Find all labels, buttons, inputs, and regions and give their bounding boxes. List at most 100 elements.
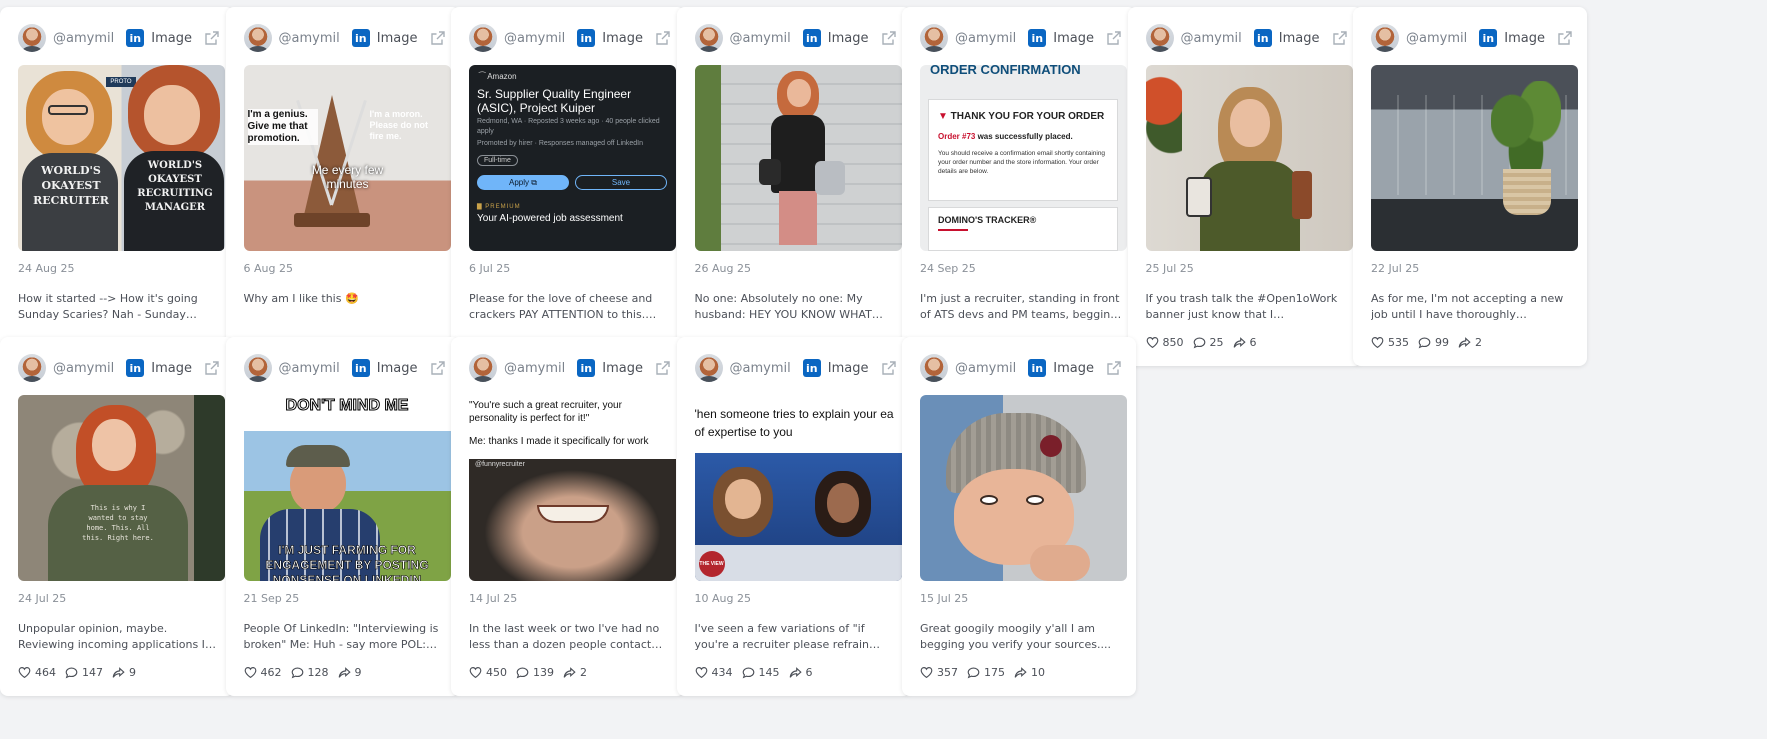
avatar[interactable] [243, 354, 272, 382]
post-date: 24 Sep 25 [920, 262, 976, 275]
linkedin-icon: in [577, 359, 596, 377]
avatar[interactable] [920, 354, 948, 382]
external-link-icon[interactable] [204, 360, 220, 376]
heart-icon [469, 667, 482, 679]
meme-bottom-text: I'M JUST FARMING FOR ENGAGEMENT BY POSTI… [265, 543, 429, 581]
comments-count: 128 [307, 666, 329, 679]
external-link-icon[interactable] [1557, 30, 1573, 46]
external-link-icon[interactable] [881, 360, 897, 376]
author-handle[interactable]: @amymil [53, 31, 126, 46]
likes-count: 450 [486, 666, 507, 679]
external-link-icon[interactable] [1106, 360, 1122, 376]
likes-count: 462 [260, 666, 282, 679]
author-handle[interactable]: @amymil [279, 31, 352, 46]
external-link-icon[interactable] [881, 30, 897, 46]
post-image[interactable]: DON'T MIND ME I'M JUST FARMING FOR ENGAG… [243, 395, 451, 581]
external-link-icon[interactable] [1106, 30, 1122, 46]
post-card[interactable]: @amymil in Image 26 Aug 25 No one: Absol… [676, 7, 911, 366]
comments-stat: 25 [1193, 336, 1224, 349]
post-image[interactable] [1371, 65, 1578, 251]
post-card[interactable]: @amymil in Image This is why I wanted to… [0, 337, 234, 696]
post-image[interactable]: 'hen someone tries to explain your ea of… [694, 395, 902, 581]
comments-stat: 147 [65, 666, 103, 679]
post-image[interactable]: This is why I wanted to stay home. This.… [18, 395, 225, 581]
post-image[interactable] [694, 65, 902, 251]
meme-top-text: DON'T MIND ME [285, 397, 409, 415]
author-handle[interactable]: @amymil [53, 361, 126, 376]
post-type-label: Image [376, 360, 418, 376]
share-icon [1014, 667, 1027, 678]
comments-stat: 145 [742, 666, 780, 679]
author-handle[interactable]: @amymil [730, 31, 803, 46]
comments-stat: 175 [967, 666, 1005, 679]
post-card[interactable]: @amymil in Image 22 Jul 25 As for me, I'… [1353, 7, 1587, 366]
avatar[interactable] [920, 24, 948, 52]
comments-count: 147 [82, 666, 103, 679]
post-image[interactable]: "You're such a great recruiter, your per… [469, 395, 676, 581]
post-image[interactable] [1145, 65, 1353, 251]
external-link-icon[interactable] [204, 30, 220, 46]
external-link-icon[interactable] [430, 30, 446, 46]
avatar[interactable] [18, 354, 46, 382]
avatar[interactable] [469, 354, 497, 382]
avatar[interactable] [1145, 24, 1174, 52]
linkedin-icon: in [126, 29, 145, 47]
apply-button: Apply ⧉ [477, 175, 569, 190]
external-link-icon[interactable] [430, 360, 446, 376]
meme-quote: "You're such a great recruiter, your per… [469, 400, 622, 424]
avatar[interactable] [18, 24, 46, 52]
post-card[interactable]: @amymil in Image PROTO WORLD'S OKAYEST R… [0, 7, 234, 366]
post-image[interactable]: ⁀ Amazon Sr. Supplier Quality Engineer (… [469, 65, 676, 251]
job-title: Sr. Supplier Quality Engineer (ASIC), Pr… [477, 87, 632, 115]
author-handle[interactable]: @amymil [1406, 31, 1479, 46]
post-image[interactable] [920, 395, 1127, 581]
avatar[interactable] [469, 24, 497, 52]
heart-icon [244, 667, 256, 679]
likes-count: 357 [937, 666, 958, 679]
author-handle[interactable]: @amymil [504, 31, 577, 46]
external-link-icon[interactable] [655, 30, 671, 46]
post-card[interactable]: @amymil in Image "You're such a great re… [451, 337, 685, 696]
post-card[interactable]: @amymil in Image DON'T MIND ME I'M JUST … [225, 337, 460, 696]
post-image[interactable]: ORDER CONFIRMATION ▼ THANK YOU FOR YOUR … [920, 65, 1127, 251]
show-badge: THE VIEW [698, 551, 725, 577]
post-card[interactable]: @amymil in Image 'hen someone tries to e… [676, 337, 911, 696]
avatar[interactable] [243, 24, 272, 52]
post-date: 14 Jul 25 [469, 592, 518, 605]
thanks-heading: ▼ THANK YOU FOR YOUR ORDER [938, 111, 1105, 122]
post-date: 15 Jul 25 [920, 592, 969, 605]
sweater-text: This is why I wanted to stay home. This.… [82, 504, 154, 542]
post-card[interactable]: @amymil in Image I'm a genius. Give me t… [225, 7, 460, 366]
external-link-icon[interactable] [1332, 30, 1348, 46]
external-link-icon[interactable] [655, 360, 671, 376]
author-handle[interactable]: @amymil [504, 361, 577, 376]
avatar[interactable] [1371, 24, 1399, 52]
author-handle[interactable]: @amymil [955, 31, 1028, 46]
post-card[interactable]: @amymil in Image 15 Jul 25 Great googily… [902, 337, 1136, 696]
post-card[interactable]: @amymil in Image ⁀ Amazon Sr. Supplier Q… [451, 7, 685, 366]
post-card[interactable]: @amymil in Image ORDER CONFIRMATION ▼ TH… [902, 7, 1136, 366]
comments-count: 175 [984, 666, 1005, 679]
likes-count: 535 [1388, 336, 1409, 349]
card-header: @amymil in Image [920, 351, 1122, 385]
post-image[interactable]: PROTO WORLD'S OKAYEST RECRUITER WORLD'S … [18, 65, 225, 251]
share-icon [563, 667, 576, 678]
post-date: 6 Aug 25 [243, 262, 293, 275]
premium-text: Your AI-powered job assessment [477, 213, 623, 224]
author-handle[interactable]: @amymil [730, 361, 803, 376]
avatar[interactable] [694, 354, 723, 382]
author-handle[interactable]: @amymil [1181, 31, 1254, 46]
avatar[interactable] [694, 24, 723, 52]
post-image[interactable]: I'm a genius. Give me that promotion. I'… [243, 65, 451, 251]
engagement-stats: 850 25 6 [1146, 336, 1348, 349]
share-icon [338, 667, 351, 678]
author-handle[interactable]: @amymil [279, 361, 352, 376]
comments-count: 145 [758, 666, 780, 679]
post-card[interactable]: @amymil in Image 25 Jul 25 If you trash … [1127, 7, 1362, 366]
heart-icon [18, 667, 31, 679]
confirmation-heading: ORDER CONFIRMATION [930, 65, 1081, 77]
author-handle[interactable]: @amymil [955, 361, 1028, 376]
card-header: @amymil in Image [18, 351, 220, 385]
card-header: @amymil in Image [469, 351, 671, 385]
promoted-line: Promoted by hirer · Responses managed of… [477, 140, 644, 147]
